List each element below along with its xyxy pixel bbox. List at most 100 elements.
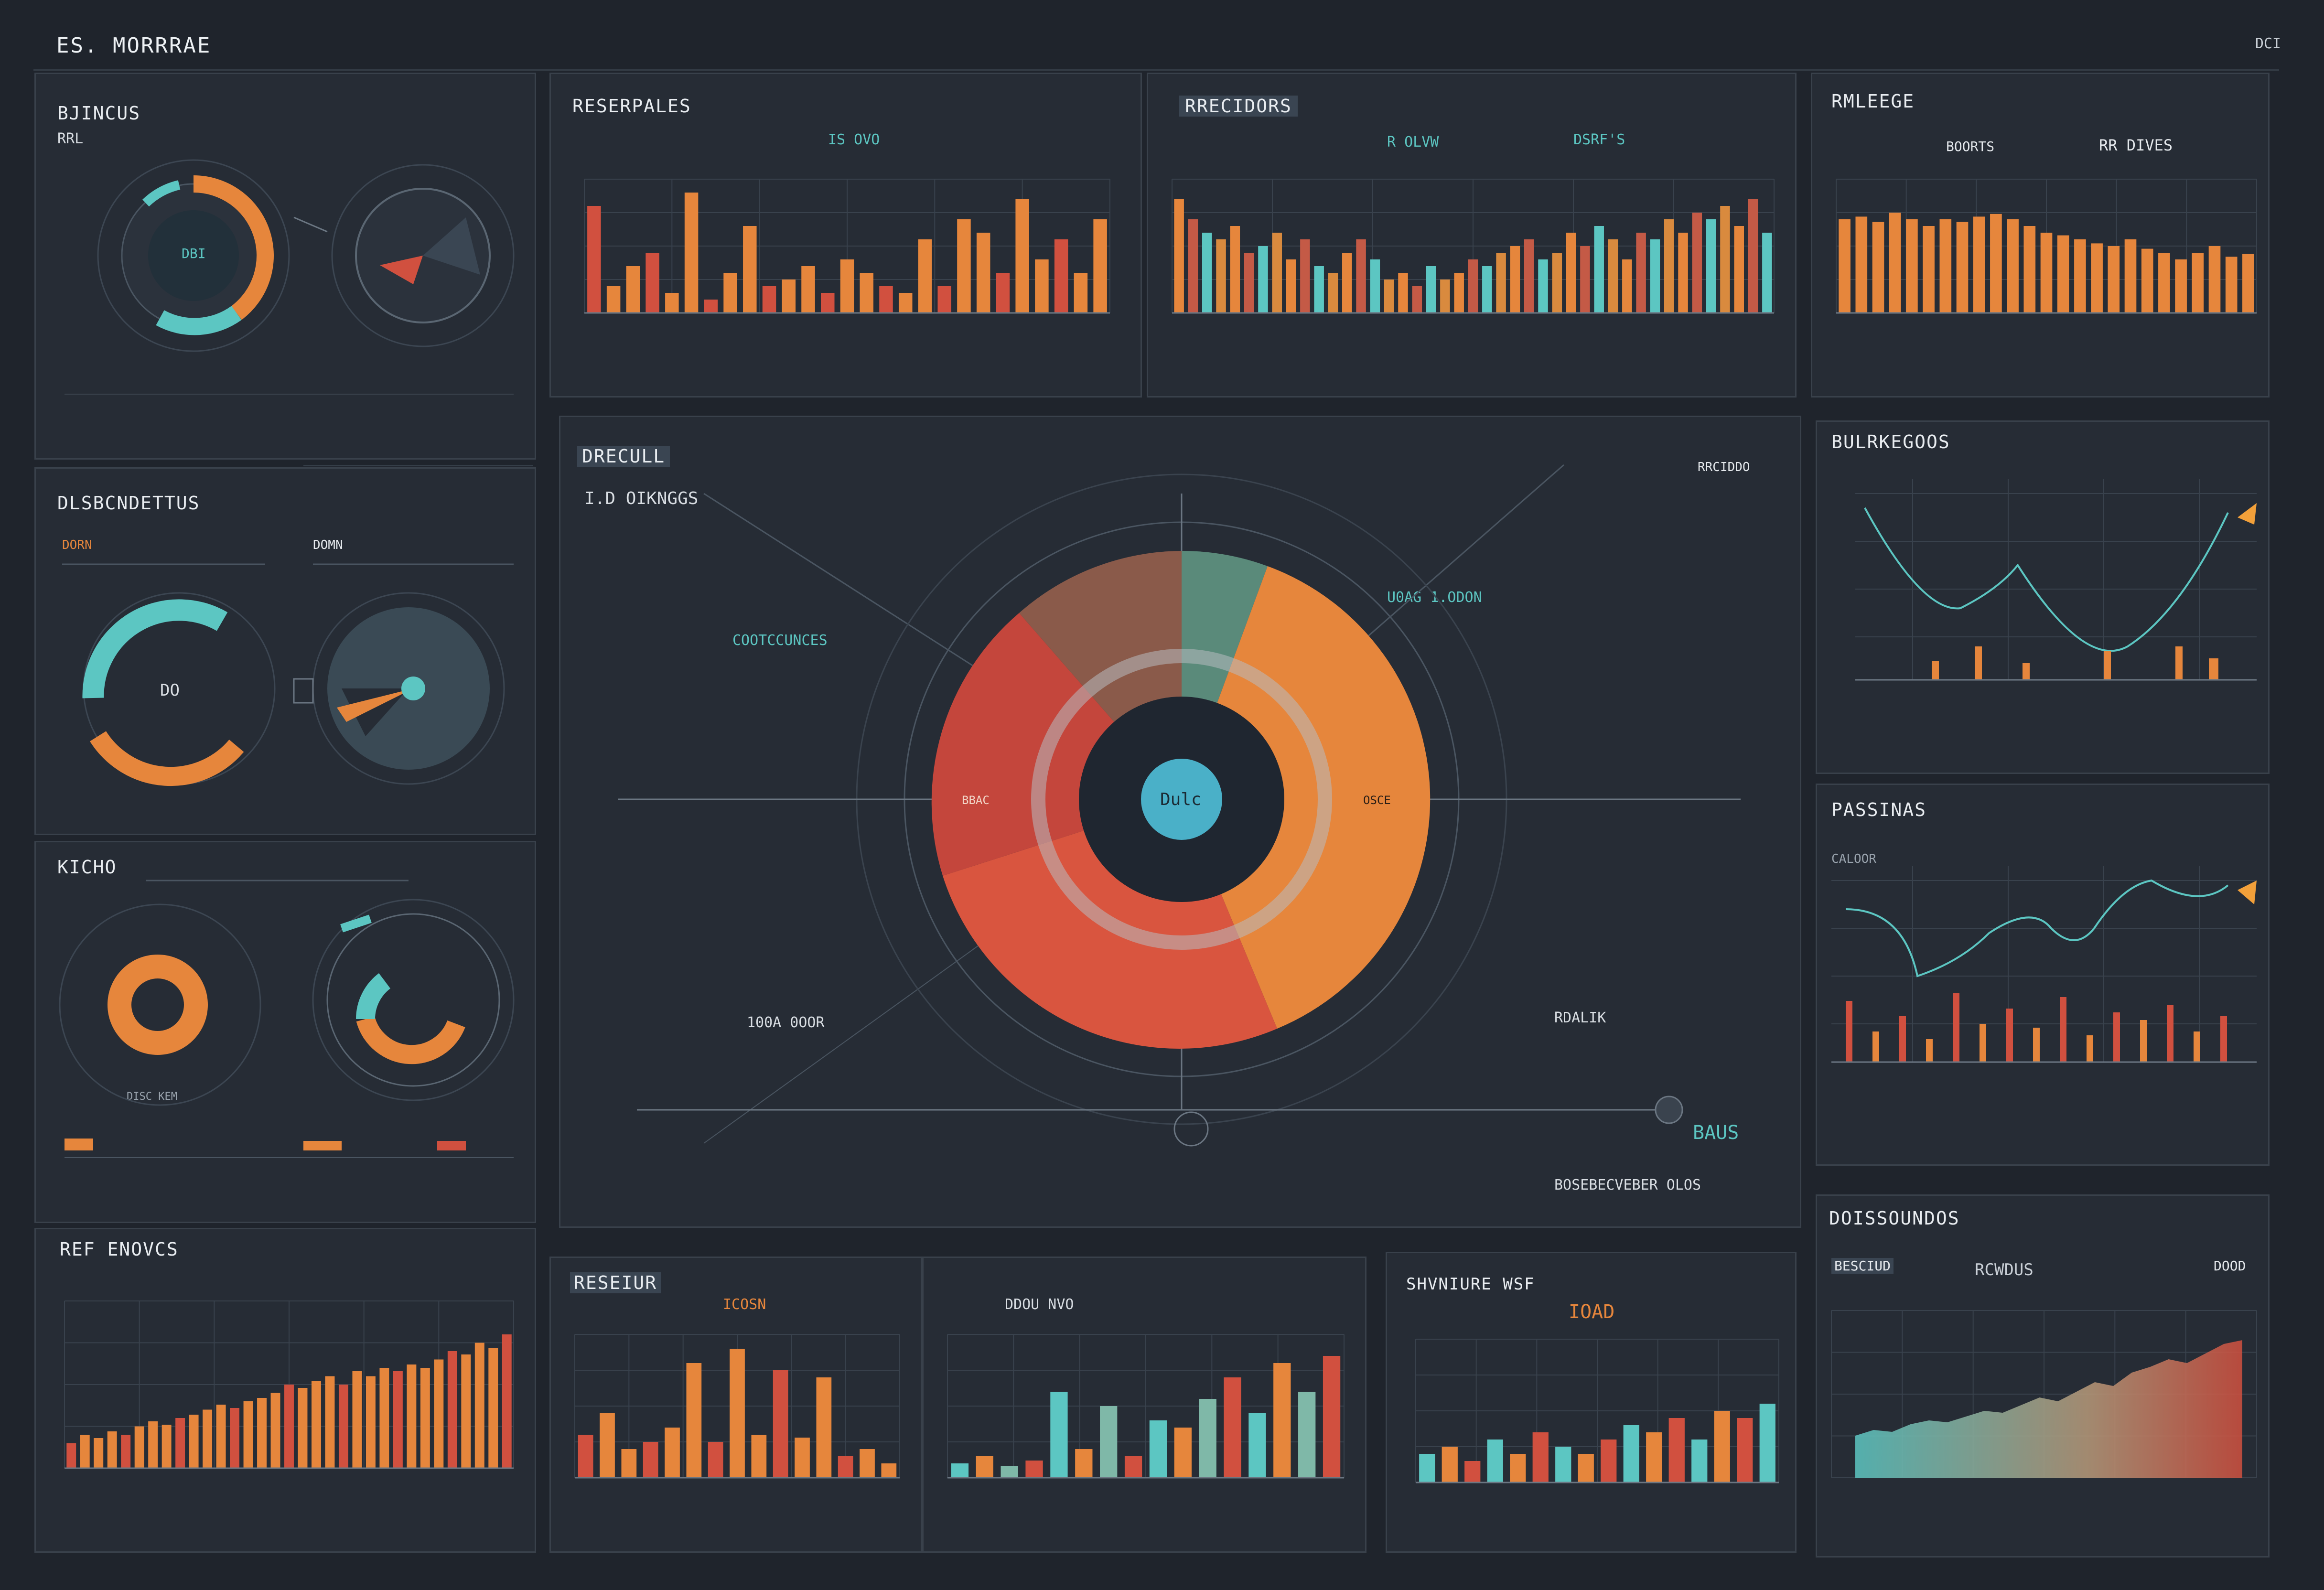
bar [881,1463,897,1478]
bar [1314,266,1324,313]
bar [898,293,913,313]
bar [1482,266,1492,313]
bar [1923,226,1935,313]
bar [879,286,893,313]
bar [1035,259,1049,313]
bar [1510,246,1520,313]
bar [1370,259,1380,313]
bar [1442,1447,1458,1483]
bar [325,1376,335,1468]
bar [1286,259,1296,313]
bar [1622,259,1632,313]
bottom-panel-3[interactable]: SHVNIURE WSF IOAD [1386,1252,1797,1553]
bar [434,1359,444,1468]
bar [665,1428,680,1478]
bar [762,286,776,313]
right-panel-3[interactable]: DOISSOUNDOS BESCIUD RCWDUS DOOD [1816,1194,2270,1558]
bar [257,1398,267,1468]
bar [2006,1009,2013,1062]
bar [1258,246,1268,313]
bar [1636,233,1646,313]
top-panel-2[interactable]: RRECIDORS R OLVW DSRF'S [1147,73,1797,398]
bar [1384,279,1394,313]
bar [1973,216,1985,313]
bar [821,293,835,313]
bar [1419,1454,1435,1483]
bar [1953,993,1959,1062]
bar [1496,253,1506,313]
bar [704,300,718,313]
top-panel-1[interactable]: RESERPALES IS OVO [549,73,1142,398]
bar-chart-bottom-3 [1415,1339,1779,1483]
bar [860,273,873,313]
bar [621,1449,637,1478]
left-panel-1[interactable]: BJINCUS RRL DBI [34,73,536,466]
bar [1566,233,1576,313]
bar [600,1413,615,1478]
svg-text:DBI: DBI [182,246,206,261]
bar [1216,239,1226,313]
left-panel-3[interactable]: KICHO DISC KEM [34,841,536,1223]
bar [1025,1461,1043,1478]
bar [1174,199,1184,313]
bar [2242,254,2254,313]
bar [1248,1413,1266,1478]
left-panel-2[interactable]: DLSBCNDETTUS DORN DOMN DO [34,467,536,835]
bar [1440,279,1450,313]
bar [121,1435,131,1468]
bar [1956,222,1969,313]
right-panel-1[interactable]: BULRKEGOOS [1816,420,2270,774]
bar [1398,273,1408,313]
bar [1939,219,1952,313]
bar [646,253,659,313]
bar [1468,259,1478,313]
bar-chart-bottom-1 [574,1334,900,1479]
bar-chart-top-3 [1836,179,2257,314]
bar-chart-left-bottom [64,1300,514,1469]
bar [1646,1432,1662,1483]
bottom-panel-2[interactable]: DDOU NVO [922,1257,1366,1553]
bar [284,1385,294,1468]
bar [1323,1356,1341,1478]
bar [782,279,796,313]
bar [1093,219,1107,313]
bar [1524,239,1534,313]
bar [1608,239,1618,313]
bar [1706,219,1716,313]
bar [957,219,971,313]
bar [1762,233,1772,313]
bar [643,1442,658,1478]
bar [66,1443,76,1468]
bar [366,1376,376,1468]
bar [795,1438,810,1478]
bar [148,1421,158,1468]
svg-text:Dulc: Dulc [1160,790,1202,809]
bar [578,1435,593,1478]
bar [816,1377,832,1478]
bar [393,1371,403,1468]
bar [730,1349,745,1478]
bar [1100,1406,1118,1478]
svg-text:BBAC: BBAC [962,794,990,807]
bottom-panel-1[interactable]: RESEIUR ICOSN [549,1257,922,1553]
area-chart-right-3 [1831,1310,2257,1478]
left-panel-4[interactable]: REF ENOVCS [34,1228,536,1553]
bar [2113,1012,2120,1062]
bar [94,1438,104,1468]
svg-text:OSCE: OSCE [1363,794,1391,807]
bar [488,1348,498,1468]
right-panel-2[interactable]: PASSINAS CALOOR [1816,784,2270,1166]
center-panel[interactable]: DRECULL I.D OIKNGGS RRCIDDO COOTCCUNCES … [559,416,1801,1228]
top-panel-3[interactable]: RMLEEGE BOORTS RR DIVES [1811,73,2270,398]
bar [298,1388,308,1468]
bar [684,193,699,313]
bar [2225,257,2238,313]
bar [1356,239,1366,313]
bar [2124,239,2137,313]
bar [1623,1425,1639,1483]
bar [1990,214,2002,313]
bar [1748,199,1758,313]
bar [216,1405,226,1468]
bar [1594,226,1604,313]
bar [751,1435,767,1478]
